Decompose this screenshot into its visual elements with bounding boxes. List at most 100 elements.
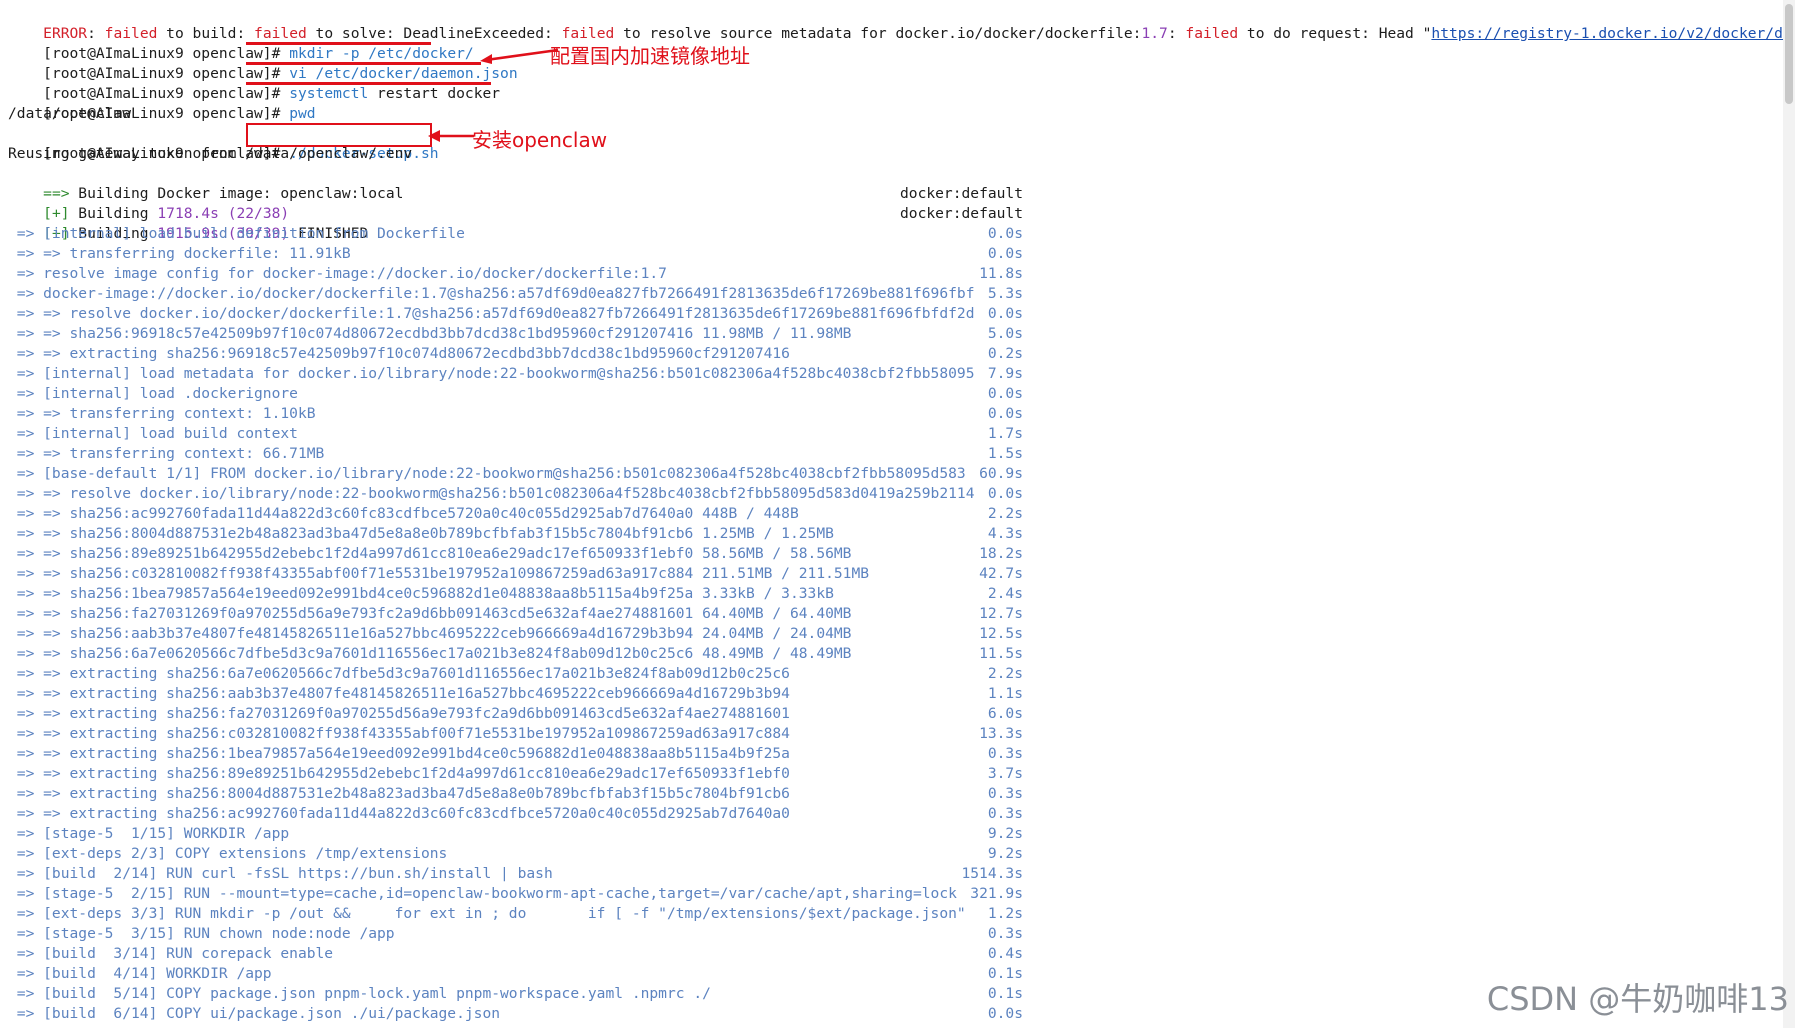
error-line: ERROR: failed to build: failed to solve:…	[8, 4, 1795, 42]
build-step-duration: 9.2s	[987, 825, 1023, 842]
build-step-line: => [stage-5 1/15] WORKDIR /app	[8, 825, 290, 842]
build-step-duration: 0.0s	[987, 485, 1023, 502]
command-line-pwd: [root@AImaLinux9 openclaw]# pwd	[43, 105, 316, 122]
error-text-part: :	[1167, 25, 1186, 42]
build-step-duration: 5.3s	[987, 285, 1023, 302]
pwd-output: /data/openclaw	[8, 105, 132, 122]
scrollbar[interactable]	[1783, 0, 1795, 1028]
build-step-duration: 0.0s	[987, 385, 1023, 402]
build-step-duration: 0.1s	[987, 985, 1023, 1002]
build-step-line: => [base-default 1/1] FROM docker.io/lib…	[8, 465, 966, 482]
build-step-line: => [build 3/14] RUN corepack enable	[8, 945, 334, 962]
build-step-duration: 12.7s	[979, 605, 1023, 622]
scrollbar-thumb[interactable]	[1785, 4, 1793, 104]
build-step-line: => => sha256:fa27031269f0a970255d56a9e79…	[8, 605, 852, 622]
build-step-line: => => extracting sha256:6a7e0620566c7dfb…	[8, 665, 790, 682]
watermark: CSDN @牛奶咖啡13	[1486, 980, 1789, 1018]
build-step-duration: 0.0s	[987, 305, 1023, 322]
command-name: pwd	[289, 105, 316, 122]
command-line-vi: [root@AImaLinux9 openclaw]# vi /etc/dock…	[43, 65, 518, 82]
build-step-line: => => sha256:1bea79857a564e19eed092e991b…	[8, 585, 834, 602]
build-step-line: => => extracting sha256:c032810082ff938f…	[8, 725, 790, 742]
build-step-duration: 3.7s	[987, 765, 1023, 782]
build-step-line: => [build 4/14] WORKDIR /app	[8, 965, 272, 982]
build-step-duration: 1.5s	[987, 445, 1023, 462]
build-step-duration: 5.0s	[987, 325, 1023, 342]
build-step-line: => => extracting sha256:8004d887531e2b48…	[8, 785, 790, 802]
build-step-line: => [stage-5 3/15] RUN chown node:node /a…	[8, 925, 395, 942]
build-step-duration: 0.0s	[987, 225, 1023, 242]
build-step-line: => => resolve docker.io/docker/dockerfil…	[8, 305, 975, 322]
command-line-systemctl: [root@AImaLinux9 openclaw]# systemctl re…	[43, 85, 501, 102]
build-step-line: => => sha256:96918c57e42509b97f10c074d80…	[8, 325, 852, 342]
build-step-duration: 6.0s	[987, 705, 1023, 722]
build-step-line: => [ext-deps 2/3] COPY extensions /tmp/e…	[8, 845, 448, 862]
build-step-line: => [internal] load metadata for docker.i…	[8, 365, 975, 382]
build-step-duration: 1.1s	[987, 685, 1023, 702]
build-step-duration: 0.0s	[987, 405, 1023, 422]
progress-context: docker:default	[900, 185, 1024, 202]
build-step-line: => => transferring context: 66.71MB	[8, 445, 325, 462]
error-text-part: 1.7	[1141, 25, 1168, 42]
build-step-line: => docker-image://docker.io/docker/docke…	[8, 285, 975, 302]
mirror-annotation: 配置国内加速镜像地址	[550, 44, 750, 68]
command-args: restart docker	[368, 85, 501, 102]
build-step-line: => resolve image config for docker-image…	[8, 265, 667, 282]
reuse-token-line: Reusing gateway token from /data/opencla…	[8, 145, 413, 162]
build-step-duration: 1514.3s	[961, 865, 1023, 882]
build-step-line: => => extracting sha256:ac992760fada11d4…	[8, 805, 790, 822]
error-text-part: to do request: Head "	[1238, 25, 1432, 42]
build-step-line: => [internal] load build context	[8, 425, 298, 442]
terminal-window[interactable]: ERROR: failed to build: failed to solve:…	[0, 0, 1795, 1028]
build-step-duration: 0.0s	[987, 1005, 1023, 1022]
registry-url-link[interactable]: https://registry-1.docker.io/v2/docker/d…	[1431, 25, 1795, 42]
build-step-line: => [internal] load build definition from…	[8, 225, 465, 242]
build-step-duration: 0.3s	[987, 745, 1023, 762]
systemctl-underline	[246, 82, 491, 85]
build-step-duration: 0.0s	[987, 245, 1023, 262]
setup-command-highlight	[246, 123, 432, 147]
command-line-mkdir: [root@AImaLinux9 openclaw]# mkdir -p /et…	[43, 45, 474, 62]
build-step-line: => => extracting sha256:96918c57e42509b9…	[8, 345, 790, 362]
build-step-line: => [stage-5 2/15] RUN --mount=type=cache…	[8, 885, 957, 902]
build-step-duration: 321.9s	[970, 885, 1023, 902]
build-step-line: => => extracting sha256:fa27031269f0a970…	[8, 705, 790, 722]
build-step-line: => [ext-deps 3/3] RUN mkdir -p /out && f…	[8, 905, 966, 922]
mkdir-underline	[246, 42, 431, 45]
build-step-duration: 13.3s	[979, 725, 1023, 742]
build-step-line: => => sha256:6a7e0620566c7dfbe5d3c9a7601…	[8, 645, 852, 662]
build-step-line: => [build 5/14] COPY package.json pnpm-l…	[8, 985, 711, 1002]
progress-line: [+] Building 1915.9s (39/39) FINISHED	[43, 225, 369, 242]
build-step-duration: 1.7s	[987, 425, 1023, 442]
build-step-line: => => transferring dockerfile: 11.91kB	[8, 245, 351, 262]
build-step-duration: 2.2s	[987, 665, 1023, 682]
build-step-duration: 7.9s	[987, 365, 1023, 382]
build-step-duration: 4.3s	[987, 525, 1023, 542]
arrow-icon	[480, 48, 559, 64]
build-step-duration: 0.2s	[987, 345, 1023, 362]
build-step-duration: 42.7s	[979, 565, 1023, 582]
build-step-line: => [build 2/14] RUN curl -fsSL https://b…	[8, 865, 553, 882]
build-step-line: => => extracting sha256:1bea79857a564e19…	[8, 745, 790, 762]
build-step-duration: 9.2s	[987, 845, 1023, 862]
error-text-part: failed	[1185, 25, 1239, 42]
build-step-duration: 0.3s	[987, 785, 1023, 802]
build-step-duration: 60.9s	[979, 465, 1023, 482]
build-step-duration: 0.3s	[987, 925, 1023, 942]
build-step-line: => => sha256:aab3b37e4807fe48145826511e1…	[8, 625, 852, 642]
build-step-duration: 12.5s	[979, 625, 1023, 642]
build-step-line: => => resolve docker.io/library/node:22-…	[8, 485, 975, 502]
build-step-duration: 1.2s	[987, 905, 1023, 922]
build-step-duration: 0.4s	[987, 945, 1023, 962]
build-step-duration: 0.3s	[987, 805, 1023, 822]
build-step-line: => [internal] load .dockerignore	[8, 385, 298, 402]
build-step-duration: 2.2s	[987, 505, 1023, 522]
build-step-line: => => sha256:8004d887531e2b48a823ad3ba47…	[8, 525, 834, 542]
build-step-duration: 11.5s	[979, 645, 1023, 662]
build-step-duration: 0.1s	[987, 965, 1023, 982]
build-step-line: => => extracting sha256:aab3b37e4807fe48…	[8, 685, 790, 702]
build-step-duration: 2.4s	[987, 585, 1023, 602]
build-step-line: => => extracting sha256:89e89251b642955d…	[8, 765, 790, 782]
build-step-line: => => sha256:c032810082ff938f43355abf00f…	[8, 565, 870, 582]
install-annotation: 安装openclaw	[472, 128, 608, 152]
